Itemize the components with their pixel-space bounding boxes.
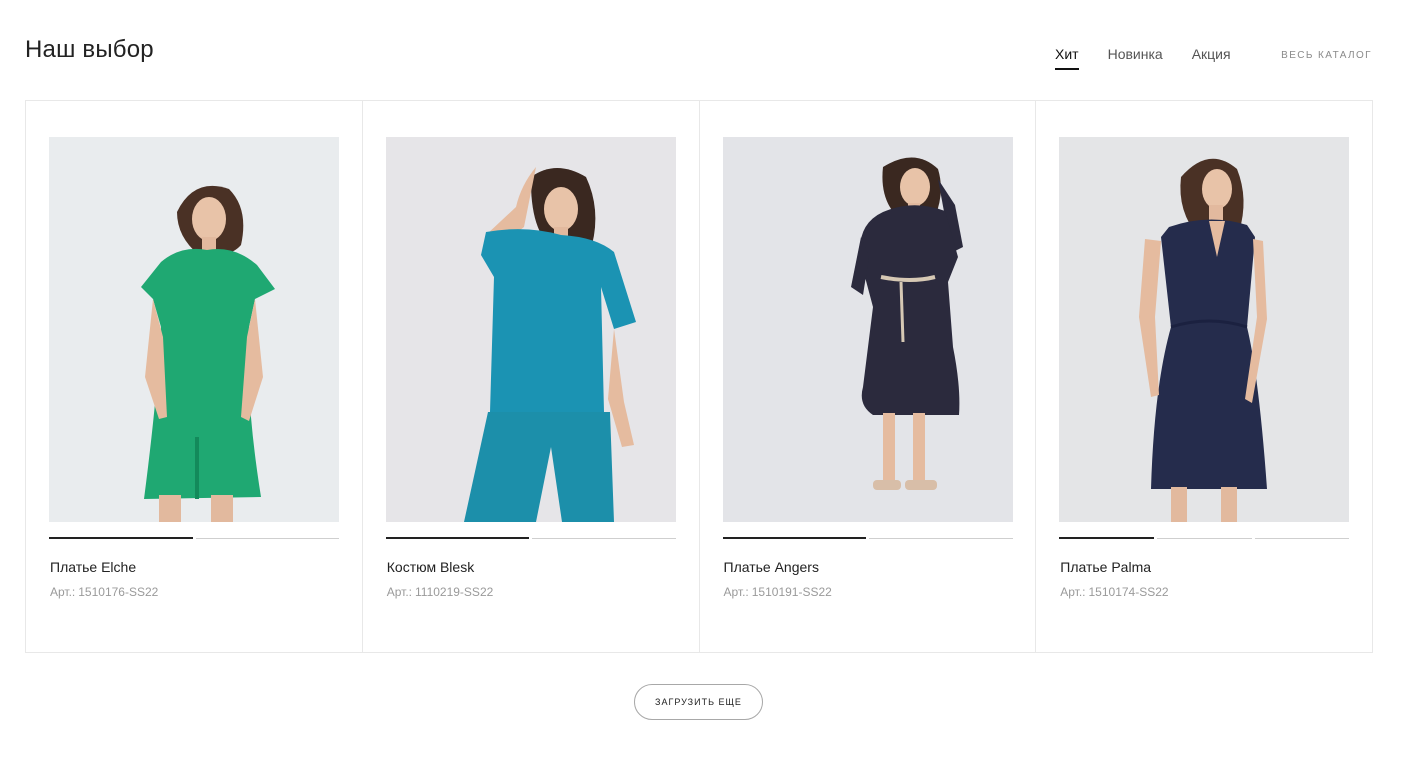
product-sku: Арт.: 1110219-SS22 <box>387 585 494 599</box>
product-grid: Платье Elche Арт.: 1510176-SS22 Костюм Bl… <box>25 100 1373 653</box>
product-name[interactable]: Костюм Blesk <box>387 559 474 575</box>
all-catalog-link[interactable]: ВЕСЬ КАТАЛОГ <box>1281 50 1372 61</box>
product-name[interactable]: Платье Palma <box>1060 559 1151 575</box>
product-photo[interactable] <box>49 137 339 522</box>
product-sku: Арт.: 1510191-SS22 <box>724 585 832 599</box>
sku-label: Арт.: <box>386 585 412 599</box>
product-name[interactable]: Платье Elche <box>50 559 136 575</box>
product-name[interactable]: Платье Angers <box>724 559 819 575</box>
product-sku: Арт.: 1510174-SS22 <box>1060 585 1168 599</box>
product-photo[interactable] <box>722 137 1013 522</box>
product-card[interactable]: Платье Elche Арт.: 1510176-SS22 <box>26 101 363 652</box>
tab-new[interactable]: Новинка <box>1108 46 1163 70</box>
sku-label: Арт.: <box>1060 585 1086 599</box>
product-photo[interactable] <box>385 137 676 522</box>
photo-slider[interactable] <box>49 537 339 539</box>
product-card[interactable]: Платье Angers Арт.: 1510191-SS22 <box>700 101 1037 652</box>
product-card[interactable]: Костюм Blesk Арт.: 1110219-SS22 <box>363 101 700 652</box>
sku-value: 1510174-SS22 <box>1088 585 1169 599</box>
product-image <box>49 137 339 522</box>
photo-slider[interactable] <box>1059 537 1350 539</box>
sku-label: Арт.: <box>723 585 749 599</box>
product-image <box>1059 137 1350 522</box>
product-photo[interactable] <box>1059 137 1350 522</box>
sku-value: 1110219-SS22 <box>415 585 494 599</box>
sku-label: Арт.: <box>50 585 76 599</box>
photo-slider[interactable] <box>722 537 1013 539</box>
sku-value: 1510176-SS22 <box>78 585 159 599</box>
product-image <box>385 137 676 522</box>
sku-value: 1510191-SS22 <box>751 585 832 599</box>
photo-slider[interactable] <box>385 537 676 539</box>
product-image <box>722 137 1013 522</box>
product-sku: Арт.: 1510176-SS22 <box>50 585 158 599</box>
section-title: Наш выбор <box>25 36 154 63</box>
tab-sale[interactable]: Акция <box>1192 46 1231 70</box>
filter-tabs: Хит Новинка Акция <box>1055 46 1260 70</box>
product-card[interactable]: Платье Palma Арт.: 1510174-SS22 <box>1036 101 1372 652</box>
tab-hit[interactable]: Хит <box>1055 46 1079 70</box>
load-more-button[interactable]: ЗАГРУЗИТЬ ЕЩЕ <box>634 684 763 720</box>
